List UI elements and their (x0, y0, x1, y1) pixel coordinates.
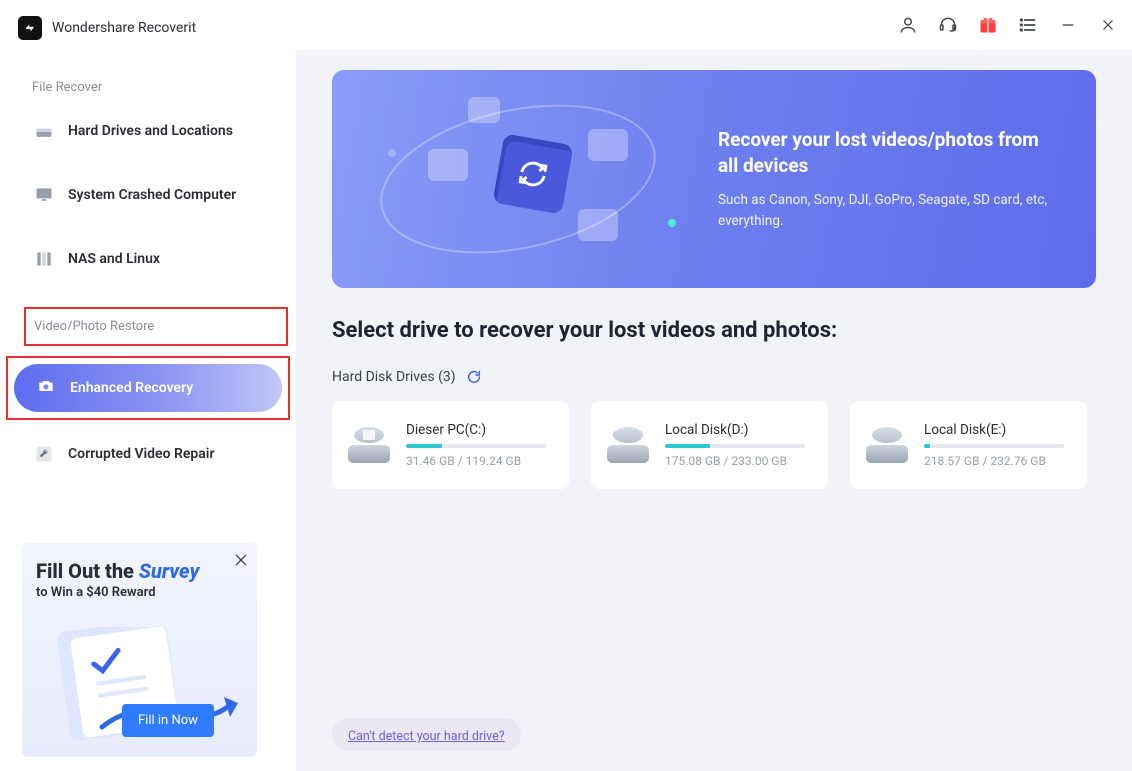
drives-count-label: Hard Disk Drives (3) (332, 369, 456, 385)
drives-section-header: Hard Disk Drives (3) (332, 369, 1096, 385)
hero-illustration-icon (368, 89, 698, 269)
sidebar-item-label: System Crashed Computer (68, 187, 236, 203)
content: Recover your lost videos/photos from all… (296, 50, 1132, 771)
hard-drive-icon (34, 121, 54, 141)
drive-icon (605, 427, 651, 463)
sidebar-item-enhanced-recovery-highlight: Enhanced Recovery (6, 356, 290, 420)
hero-subtitle: Such as Canon, Sony, DJI, GoPro, Seagate… (718, 190, 1060, 231)
fill-in-now-button[interactable]: Fill in Now (122, 704, 214, 737)
sidebar-item-label: Enhanced Recovery (70, 380, 193, 396)
cant-detect-pill[interactable]: Can't detect your hard drive? (332, 718, 521, 751)
monitor-icon (34, 185, 54, 205)
wrench-icon (34, 444, 54, 464)
drive-size: 31.46 GB / 119.24 GB (406, 454, 555, 468)
drive-name: Local Disk(D:) (665, 422, 814, 438)
promo-subline: to Win a $40 Reward (36, 585, 243, 600)
drive-meta: Local Disk(E:) 218.57 GB / 232.76 GB (924, 422, 1073, 468)
app-title: Wondershare Recoverit (52, 20, 196, 36)
sidebar: Wondershare Recoverit File Recover Hard … (0, 0, 296, 771)
camera-icon (36, 376, 56, 400)
hero-text: Recover your lost videos/photos from all… (718, 127, 1060, 231)
support-headset-icon[interactable] (938, 15, 958, 35)
sidebar-item-label: Hard Drives and Locations (68, 123, 233, 139)
gift-icon[interactable] (978, 15, 998, 35)
sidebar-section-video-photo-restore: Video/Photo Restore (24, 307, 288, 346)
brand: Wondershare Recoverit (0, 0, 296, 50)
sidebar-section-file-recover: File Recover (0, 50, 296, 109)
drive-grid: Dieser PC(C:) 31.46 GB / 119.24 GB Local D… (332, 401, 1096, 489)
sidebar-item-label: NAS and Linux (68, 251, 160, 267)
minimize-window-icon[interactable] (1058, 15, 1078, 35)
sidebar-item-crashed-computer[interactable]: System Crashed Computer (0, 173, 296, 217)
sidebar-item-enhanced-recovery[interactable]: Enhanced Recovery (14, 364, 282, 412)
server-icon (34, 249, 54, 269)
sidebar-item-label: Corrupted Video Repair (68, 446, 214, 462)
hero-title: Recover your lost videos/photos from all… (718, 127, 1060, 178)
main-area: Recover your lost videos/photos from all… (296, 0, 1132, 771)
cant-detect-link[interactable]: Can't detect your hard drive? (348, 729, 505, 744)
drive-icon (346, 427, 392, 463)
drive-meta: Dieser PC(C:) 31.46 GB / 119.24 GB (406, 422, 555, 468)
select-drive-heading: Select drive to recover your lost videos… (332, 318, 1096, 343)
user-icon[interactable] (898, 15, 918, 35)
hero-banner: Recover your lost videos/photos from all… (332, 70, 1096, 288)
sidebar-item-hard-drives[interactable]: Hard Drives and Locations (0, 109, 296, 153)
list-menu-icon[interactable] (1018, 15, 1038, 35)
drive-usage-bar (924, 444, 1064, 448)
drive-card[interactable]: Local Disk(D:) 175.08 GB / 233.00 GB (591, 401, 828, 489)
drive-size: 175.08 GB / 233.00 GB (665, 454, 814, 468)
sidebar-item-corrupted-video-repair[interactable]: Corrupted Video Repair (0, 432, 296, 476)
survey-promo-card: Fill Out the Survey to Win a $40 Reward … (22, 543, 257, 757)
drive-name: Dieser PC(C:) (406, 422, 555, 438)
drive-size: 218.57 GB / 232.76 GB (924, 454, 1073, 468)
titlebar (296, 0, 1132, 50)
drive-card[interactable]: Local Disk(E:) 218.57 GB / 232.76 GB (850, 401, 1087, 489)
promo-headline: Fill Out the Survey (36, 559, 243, 583)
drive-usage-bar (665, 444, 805, 448)
drive-meta: Local Disk(D:) 175.08 GB / 233.00 GB (665, 422, 814, 468)
refresh-icon[interactable] (466, 369, 482, 385)
drive-icon (864, 427, 910, 463)
drive-name: Local Disk(E:) (924, 422, 1073, 438)
close-icon[interactable] (233, 549, 249, 573)
sidebar-item-nas-linux[interactable]: NAS and Linux (0, 237, 296, 281)
app-logo-icon (18, 16, 42, 40)
drive-usage-bar (406, 444, 546, 448)
drive-card[interactable]: Dieser PC(C:) 31.46 GB / 119.24 GB (332, 401, 569, 489)
close-window-icon[interactable] (1098, 15, 1118, 35)
